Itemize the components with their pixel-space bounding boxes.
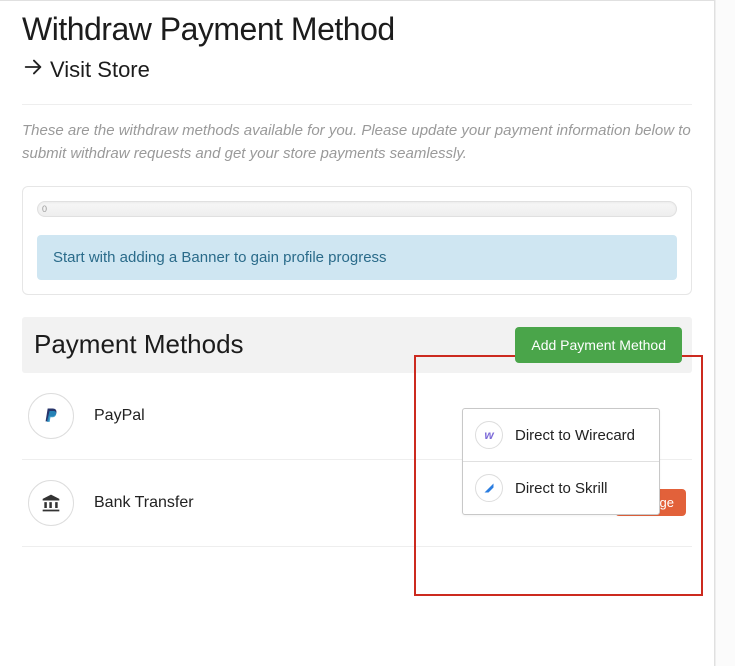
progress-banner: Start with adding a Banner to gain profi…: [37, 235, 677, 280]
payment-method-label: PayPal: [94, 407, 145, 425]
dropdown-item-wirecard[interactable]: w Direct to Wirecard: [463, 409, 659, 461]
progress-bar: 0: [37, 201, 677, 217]
progress-card: 0 Start with adding a Banner to gain pro…: [22, 186, 692, 295]
arrow-right-icon: [22, 56, 44, 84]
visit-store-label: Visit Store: [50, 57, 150, 83]
skrill-icon: [475, 474, 503, 502]
page-title: Withdraw Payment Method: [22, 1, 692, 48]
dropdown-item-skrill[interactable]: Direct to Skrill: [463, 461, 659, 514]
wirecard-icon: w: [475, 421, 503, 449]
visit-store-link[interactable]: Visit Store: [22, 56, 150, 84]
methods-title: Payment Methods: [32, 329, 244, 360]
dropdown-item-label: Direct to Skrill: [515, 480, 608, 497]
bank-icon: [28, 480, 74, 526]
methods-header: Payment Methods Add Payment Method: [22, 317, 692, 373]
paypal-icon: [28, 393, 74, 439]
dropdown-item-label: Direct to Wirecard: [515, 427, 635, 444]
divider: [22, 104, 692, 105]
intro-text: These are the withdraw methods available…: [22, 119, 692, 166]
payment-method-label: Bank Transfer: [94, 494, 194, 512]
scrollbar-gutter: [715, 0, 735, 666]
add-method-dropdown: w Direct to Wirecard Direct to Skrill: [462, 408, 660, 515]
add-payment-method-button[interactable]: Add Payment Method: [515, 327, 682, 363]
